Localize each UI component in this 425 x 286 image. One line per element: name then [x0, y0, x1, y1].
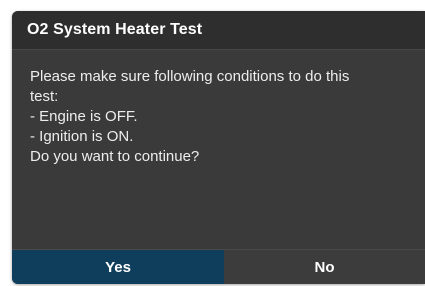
message-line: Please make sure following conditions to… — [30, 68, 350, 85]
yes-button[interactable]: Yes — [12, 250, 224, 284]
yes-button-label: Yes — [105, 259, 131, 276]
message-line: - Ignition is ON. — [30, 128, 134, 145]
dialog-message: Please make sure following conditions to… — [30, 67, 420, 167]
no-button[interactable]: No — [224, 250, 425, 284]
confirmation-dialog: O2 System Heater Test Please make sure f… — [12, 11, 425, 284]
message-line: test: — [30, 88, 59, 105]
message-line: - Engine is OFF. — [30, 108, 138, 125]
message-line: Do you want to continue? — [30, 148, 200, 165]
no-button-label: No — [314, 259, 335, 276]
dialog-title: O2 System Heater Test — [27, 21, 203, 38]
dialog-title-bar: O2 System Heater Test — [12, 11, 425, 50]
dialog-button-bar: Yes No — [12, 249, 425, 284]
